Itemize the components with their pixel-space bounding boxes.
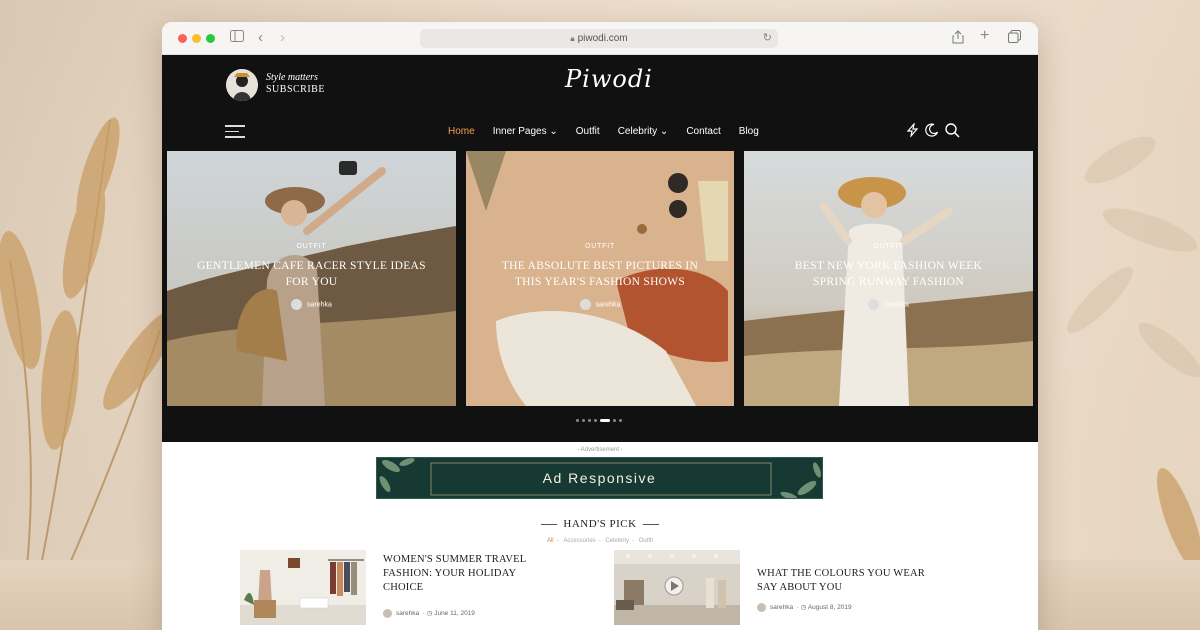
post-thumbnail[interactable] [240, 550, 366, 625]
post-meta: sarehka · ◷ August 8, 2019 [757, 603, 852, 612]
slider-dot[interactable] [613, 419, 616, 422]
new-tab-icon[interactable]: + [980, 28, 989, 44]
back-icon[interactable]: ‹ [258, 30, 263, 46]
filter-tab-celebrity[interactable]: Celebrity [605, 538, 629, 544]
author-avatar [757, 603, 766, 612]
author-avatar [291, 299, 303, 310]
share-icon[interactable] [952, 30, 964, 48]
subscribe-link[interactable]: Style matters SUBSCRIBE [266, 72, 325, 95]
slider-pagination [576, 419, 622, 422]
post-title[interactable]: What the Colours You Wear Say About You [757, 567, 927, 595]
filter-tabs: All - Accessories - Celebrity - Outfit [546, 538, 654, 544]
slide-category[interactable]: OUTFIT [744, 243, 1033, 250]
author-avatar [383, 609, 392, 618]
minimize-window-button[interactable] [192, 34, 201, 43]
nav-item-inner-pages[interactable]: Inner Pages ⌄ [493, 126, 558, 137]
lightning-icon[interactable] [906, 121, 919, 141]
nav-menu: Home Inner Pages ⌄ Outfit Celebrity ⌄ Co… [448, 126, 777, 137]
url-text: piwodi.com [577, 33, 628, 44]
close-window-button[interactable] [178, 34, 187, 43]
slider-dot[interactable] [588, 419, 591, 422]
header-tools [906, 121, 960, 141]
slide-category[interactable]: OUTFIT [466, 243, 734, 250]
filter-tab-all[interactable]: All [547, 538, 554, 544]
slider-dot[interactable] [582, 419, 585, 422]
post-date: June 11, 2019 [434, 610, 475, 618]
nav-item-blog[interactable]: Blog [739, 126, 759, 137]
clock-icon: ◷ [426, 610, 433, 618]
sidebar-toggle-icon[interactable] [230, 30, 244, 46]
ad-text: Ad Responsive [542, 470, 657, 486]
nav-item-contact[interactable]: Contact [686, 126, 720, 137]
slide-title[interactable]: Gentlemen Cafe Racer Style Ideas For You [197, 258, 426, 290]
browser-window: ‹ › 🔒︎ piwodi.com ↻ + Style matters SUBS… [162, 22, 1038, 630]
slide-card[interactable]: OUTFIT Gentlemen Cafe Racer Style Ideas … [167, 151, 456, 406]
slide-author[interactable]: sarehka [167, 299, 456, 310]
filter-tab-accessories[interactable]: Accessories [563, 538, 595, 544]
filter-tab-outfit[interactable]: Outfit [639, 538, 653, 544]
advertisement-label: - Advertisement - [577, 447, 623, 453]
slider-dot[interactable] [619, 419, 622, 422]
hamburger-menu-icon[interactable] [225, 125, 245, 142]
post-thumbnail[interactable] [614, 550, 740, 625]
post-meta: sarehka · ◷ June 11, 2019 [383, 609, 475, 618]
slide-title[interactable]: The Absolute Best Pictures In This Year'… [496, 258, 704, 290]
slider-dot[interactable] [594, 419, 597, 422]
slide-card[interactable]: OUTFIT Best New York Fashion Week Spring… [744, 151, 1033, 406]
nav-item-home[interactable]: Home [448, 126, 475, 137]
site-logo[interactable]: Piwodi [565, 65, 653, 93]
browser-toolbar: ‹ › 🔒︎ piwodi.com ↻ + [162, 22, 1038, 55]
lock-icon: 🔒︎ [570, 34, 575, 43]
site-header: Style matters SUBSCRIBE Piwodi Home Inne… [162, 55, 1038, 442]
author-avatar [868, 299, 880, 310]
nav-item-celebrity[interactable]: Celebrity ⌄ [618, 126, 669, 137]
subscribe-avatar[interactable] [226, 69, 258, 101]
maximize-window-button[interactable] [206, 34, 215, 43]
subscribe-label: SUBSCRIBE [266, 84, 325, 95]
dark-mode-icon[interactable] [925, 123, 939, 141]
author-avatar [579, 299, 591, 310]
post-author[interactable]: sarehka [396, 610, 419, 617]
slide-card[interactable]: OUTFIT The Absolute Best Pictures In Thi… [466, 151, 734, 406]
post-date: August 8, 2019 [807, 604, 852, 612]
subscribe-tagline: Style matters [266, 72, 318, 83]
reload-icon[interactable]: ↻ [763, 29, 772, 48]
slide-title[interactable]: Best New York Fashion Week Spring Runway… [774, 258, 1003, 290]
search-icon[interactable] [945, 123, 960, 141]
main-navigation: Home Inner Pages ⌄ Outfit Celebrity ⌄ Co… [162, 117, 1038, 147]
slide-author[interactable]: sarehka [466, 299, 734, 310]
address-bar[interactable]: 🔒︎ piwodi.com ↻ [420, 29, 778, 48]
slider-dot[interactable] [600, 419, 610, 422]
section-title: HAND'S PICK [162, 518, 1038, 530]
brand-row: Style matters SUBSCRIBE Piwodi [162, 55, 1038, 117]
ad-banner[interactable]: Ad Responsive [376, 457, 823, 499]
nav-item-outfit[interactable]: Outfit [576, 126, 600, 137]
clock-icon: ◷ [800, 604, 807, 612]
featured-slider: OUTFIT Gentlemen Cafe Racer Style Ideas … [167, 151, 1033, 406]
forward-icon[interactable]: › [280, 30, 285, 46]
post-author[interactable]: sarehka [770, 604, 793, 611]
slide-author[interactable]: sarehka [744, 299, 1033, 310]
tab-overview-icon[interactable] [1008, 30, 1021, 47]
slide-category[interactable]: OUTFIT [167, 243, 456, 250]
post-title[interactable]: Women's Summer Travel Fashion: Your Holi… [383, 553, 553, 595]
slider-dot[interactable] [576, 419, 579, 422]
